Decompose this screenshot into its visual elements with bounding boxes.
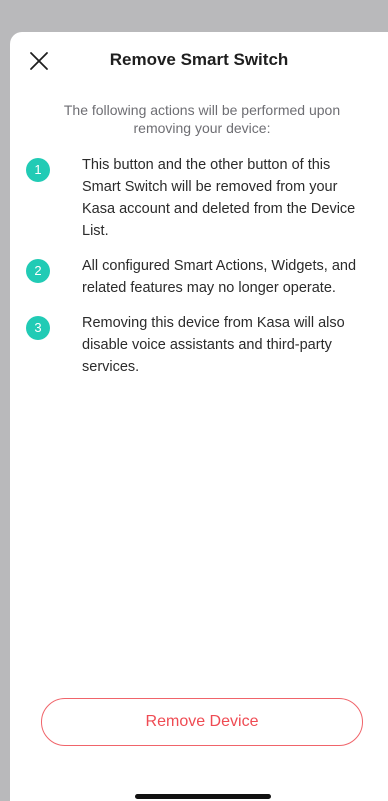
step-text: All configured Smart Actions, Widgets, a… (82, 258, 357, 296)
list-item: 1 This button and the other button of th… (10, 154, 388, 242)
background-overlay (0, 0, 388, 32)
page-title: Remove Smart Switch (109, 50, 289, 69)
remove-device-sheet: Remove Smart Switch The following action… (10, 32, 388, 801)
step-number-badge: 1 (26, 158, 50, 182)
sheet-header: Remove Smart Switch (10, 32, 388, 88)
step-text: This button and the other button of this… (82, 157, 356, 239)
list-item: 2 All configured Smart Actions, Widgets,… (10, 255, 388, 299)
step-number-badge: 2 (26, 259, 50, 283)
list-item: 3 Removing this device from Kasa will al… (10, 312, 388, 378)
step-number-badge: 3 (26, 316, 50, 340)
steps-list: 1 This button and the other button of th… (10, 154, 388, 391)
remove-device-button[interactable]: Remove Device (41, 698, 363, 746)
step-text: Removing this device from Kasa will also… (82, 315, 345, 375)
home-indicator (135, 794, 271, 799)
intro-text: The following actions will be performed … (63, 102, 341, 136)
